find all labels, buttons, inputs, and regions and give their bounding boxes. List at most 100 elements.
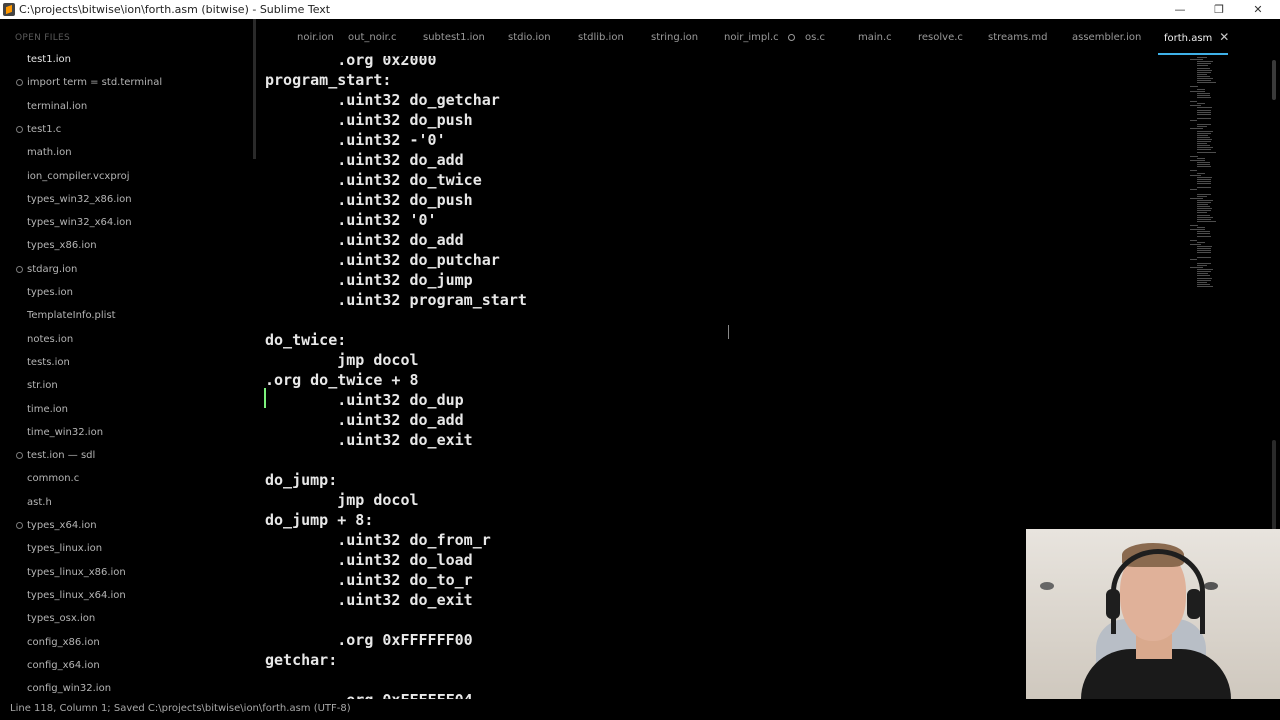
minimap-line xyxy=(1197,262,1211,264)
minimap-line xyxy=(1197,204,1208,205)
sidebar-item[interactable]: types_linux_x86.ion xyxy=(0,564,256,584)
sidebar-item[interactable]: common.c xyxy=(0,470,256,490)
sidebar-item[interactable]: import term = std.terminal xyxy=(0,74,256,94)
sidebar-item[interactable]: types_x86.ion xyxy=(0,237,256,257)
editor-scrollbar-track[interactable] xyxy=(1272,440,1276,530)
minimap-line xyxy=(1197,69,1212,71)
sidebar-item[interactable]: config_x64.ion xyxy=(0,657,256,677)
sidebar-item[interactable]: types_win32_x86.ion xyxy=(0,191,256,211)
minimap-line xyxy=(1197,134,1208,136)
tab-streams-md[interactable]: streams.md xyxy=(988,19,1048,56)
minimap-line xyxy=(1197,214,1210,216)
tab-label: string.ion xyxy=(651,32,699,43)
sidebar-item-label: types_win32_x64.ion xyxy=(27,217,132,229)
minimap-line xyxy=(1190,155,1199,157)
minimap-line xyxy=(1197,162,1210,163)
minimap-line xyxy=(1197,75,1210,77)
tab-out-noir-c[interactable]: out_noir.c xyxy=(348,19,396,56)
sidebar-item[interactable]: test1.ion xyxy=(0,51,256,71)
sidebar-item[interactable]: types_osx.ion xyxy=(0,610,256,630)
sidebar-item[interactable]: tests.ion xyxy=(0,354,256,374)
minimap-line xyxy=(1197,141,1211,142)
sidebar-item[interactable]: time_win32.ion xyxy=(0,424,256,444)
tab-label: noir.ion xyxy=(297,32,334,43)
sidebar-item[interactable]: types_win32_x64.ion xyxy=(0,214,256,234)
sidebar-item[interactable]: types_linux_x64.ion xyxy=(0,587,256,607)
minimap-line xyxy=(1197,264,1208,266)
tab-string-ion[interactable]: string.ion xyxy=(651,19,698,56)
minimap-line xyxy=(1197,252,1211,254)
minimap-line xyxy=(1197,193,1211,195)
minimap-line xyxy=(1197,94,1210,96)
minimap-line xyxy=(1197,279,1211,281)
tab-subtest1-ion[interactable]: subtest1.ion xyxy=(423,19,485,56)
minimap-line xyxy=(1197,178,1211,180)
sidebar-item[interactable]: TemplateInfo.plist xyxy=(0,307,256,327)
sidebar-item[interactable]: terminal.ion xyxy=(0,98,256,118)
minimap-line xyxy=(1197,130,1214,132)
minimap-line xyxy=(1197,208,1212,210)
tab-resolve-c[interactable]: resolve.c xyxy=(918,19,963,56)
sidebar-item[interactable]: stdarg.ion xyxy=(0,261,256,281)
tab-os-c[interactable]: os.c xyxy=(805,19,825,56)
minimap-line xyxy=(1190,258,1198,260)
minimap[interactable] xyxy=(1190,57,1250,287)
tab-close-icon[interactable]: ✕ xyxy=(1219,30,1229,44)
sidebar-item[interactable]: test1.c xyxy=(0,121,256,141)
minimap-line xyxy=(1197,195,1208,197)
modified-dot-icon xyxy=(16,452,23,460)
minimap-line xyxy=(1197,124,1211,126)
sidebar-item[interactable]: ast.h xyxy=(0,494,256,514)
minimap-line xyxy=(1197,172,1206,174)
minimap-line xyxy=(1197,220,1217,222)
tab-main-c[interactable]: main.c xyxy=(858,19,892,56)
sidebar-item[interactable]: test.ion — sdl xyxy=(0,447,256,467)
sidebar-item-label: math.ion xyxy=(27,147,72,159)
sidebar-item-label: test1.c xyxy=(27,123,62,135)
tab-stdlib-ion[interactable]: stdlib.ion xyxy=(578,19,624,56)
sidebar-item-label: common.c xyxy=(27,473,80,485)
minimap-line xyxy=(1197,250,1211,252)
sidebar-item-label: config_x64.ion xyxy=(27,659,100,671)
tab-label: main.c xyxy=(858,32,892,43)
sidebar-item[interactable]: ion_compiler.vcxproj xyxy=(0,168,256,188)
sidebar-item[interactable]: config_win32.ion xyxy=(0,680,256,700)
modified-dot-icon xyxy=(787,33,795,41)
minimap-line xyxy=(1197,206,1210,208)
modified-dot-icon xyxy=(16,522,23,529)
status-text: Line 118, Column 1; Saved C:\projects\bi… xyxy=(10,703,351,714)
sidebar-item[interactable]: str.ion xyxy=(0,377,256,397)
code-text[interactable]: .org 0x2000 program_start: .uint32 do_ge… xyxy=(265,56,527,699)
sidebar-item[interactable]: time.ion xyxy=(0,401,256,421)
minimap-line xyxy=(1197,281,1208,283)
editor-scrollbar-thumb[interactable] xyxy=(1272,60,1276,100)
sidebar-item[interactable]: config_x86.ion xyxy=(0,634,256,654)
minimap-line xyxy=(1197,107,1213,109)
sidebar-item[interactable]: notes.ion xyxy=(0,331,256,351)
sidebar-item[interactable]: math.ion xyxy=(0,144,256,164)
tab-assembler-ion[interactable]: assembler.ion xyxy=(1072,19,1141,56)
minimap-line xyxy=(1190,174,1201,176)
close-button[interactable]: ✕ xyxy=(1238,0,1278,19)
tab-stdio-ion[interactable]: stdio.ion xyxy=(508,19,551,56)
minimap-line xyxy=(1197,117,1211,119)
sidebar-item[interactable]: types.ion xyxy=(0,284,256,304)
minimize-button[interactable]: — xyxy=(1160,0,1200,19)
window-title: C:\projects\bitwise\ion\forth.asm (bitwi… xyxy=(19,3,331,16)
minimap-line xyxy=(1190,101,1198,103)
sidebar-item-label: str.ion xyxy=(27,380,58,392)
sidebar-item[interactable]: types_linux.ion xyxy=(0,540,256,560)
minimap-line xyxy=(1197,138,1212,140)
minimap-line xyxy=(1197,109,1211,111)
sidebar-item-label: terminal.ion xyxy=(27,100,88,112)
sidebar-item-label: stdarg.ion xyxy=(27,263,78,275)
restore-button[interactable]: ❐ xyxy=(1199,0,1239,19)
sidebar-item[interactable]: types_x64.ion xyxy=(0,517,256,537)
tab-noir-impl-c[interactable]: noir_impl.c xyxy=(724,19,795,56)
tab-noir-ion[interactable]: noir.ion xyxy=(297,19,334,56)
tab-forth-asm[interactable]: forth.asm ✕ xyxy=(1164,19,1229,56)
minimap-line xyxy=(1190,86,1199,88)
minimap-line xyxy=(1197,187,1211,189)
minimap-line xyxy=(1197,126,1208,128)
tab-label: os.c xyxy=(805,32,826,43)
